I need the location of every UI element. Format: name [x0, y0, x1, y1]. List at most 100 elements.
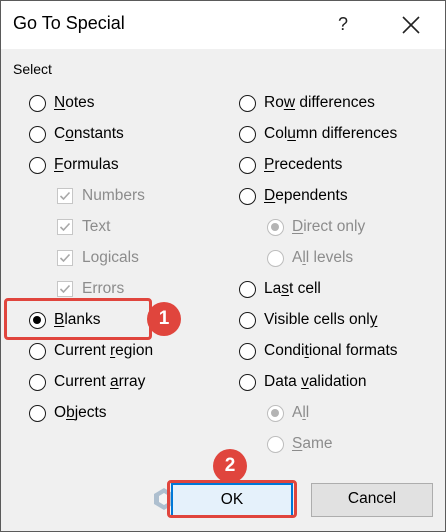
radio-all: All: [267, 401, 309, 425]
option-label: All: [292, 404, 309, 422]
radio-same: Same: [267, 432, 333, 456]
checkbox-logicals: Logicals: [57, 246, 139, 270]
radio-formulas[interactable]: Formulas: [29, 153, 119, 177]
option-label-post: ependents: [275, 187, 348, 204]
radio-button-icon[interactable]: [239, 156, 256, 174]
option-label-post: l: [305, 404, 310, 421]
option-label-pre: Visible cells onl: [264, 311, 370, 328]
radio-conditional-formats[interactable]: Conditional formats: [239, 339, 398, 363]
option-label-post: jects: [74, 404, 107, 421]
close-icon[interactable]: [397, 11, 425, 39]
go-to-special-dialog: Go To Special ? Select Notes Constants For…: [0, 0, 446, 532]
radio-visible-cells-only[interactable]: Visible cells only: [239, 308, 377, 332]
option-label: Precedents: [264, 156, 342, 174]
option-label-accel: S: [292, 435, 303, 452]
option-label: Last cell: [264, 280, 321, 298]
option-label-accel: a: [110, 373, 119, 390]
radio-button-icon[interactable]: [29, 373, 46, 391]
option-label-post: egion: [115, 342, 154, 359]
option-label-pre: Current: [54, 342, 110, 359]
radio-constants[interactable]: Constants: [29, 122, 124, 146]
radio-button-icon[interactable]: [239, 311, 256, 329]
option-label-accel: s: [281, 280, 289, 297]
option-label-post: irect only: [303, 218, 366, 235]
checkbox-icon: [57, 250, 73, 266]
option-label-pre: Ro: [264, 94, 284, 111]
option-label-pre: C: [54, 125, 66, 142]
radio-button-icon[interactable]: [29, 125, 46, 143]
radio-button-icon[interactable]: [239, 125, 256, 143]
radio-notes[interactable]: Notes: [29, 91, 95, 115]
option-label-pre: A: [292, 404, 303, 421]
option-label: Dependents: [264, 187, 348, 205]
option-label-accel: N: [54, 94, 66, 111]
radio-all-levels: All levels: [267, 246, 353, 270]
help-button[interactable]: ?: [331, 9, 355, 39]
option-label-post: alidation: [308, 373, 367, 390]
option-label-accel: v: [301, 373, 309, 390]
radio-current-array[interactable]: Current array: [29, 370, 145, 394]
option-label: Text: [82, 218, 111, 235]
option-label-post: ame: [302, 435, 333, 452]
checkbox-numbers: Numbers: [57, 184, 145, 208]
option-label-accel: y: [369, 311, 378, 328]
option-label-post: ormulas: [63, 156, 119, 173]
option-label: Objects: [54, 404, 107, 422]
option-label: Formulas: [54, 156, 119, 174]
option-label: Direct only: [292, 218, 365, 236]
radio-button-icon[interactable]: [29, 342, 46, 360]
option-label-post: recedents: [274, 156, 343, 173]
radio-dependents[interactable]: Dependents: [239, 184, 348, 208]
option-label: Errors: [82, 280, 125, 297]
option-label: Data validation: [264, 373, 367, 391]
radio-row-differences[interactable]: Row differences: [239, 91, 375, 115]
radio-column-differences[interactable]: Column differences: [239, 122, 397, 146]
option-label-accel: D: [264, 187, 276, 204]
radio-button-icon: [267, 218, 284, 236]
radio-button-icon[interactable]: [29, 156, 46, 174]
radio-objects[interactable]: Objects: [29, 401, 107, 425]
radio-button-icon[interactable]: [239, 280, 256, 298]
option-label-pre: Condi: [264, 342, 305, 359]
option-label-accel: o: [65, 125, 74, 142]
option-label: Current array: [54, 373, 145, 391]
option-label-pre: Col: [264, 125, 288, 142]
checkbox-icon: [57, 219, 73, 235]
radio-button-icon[interactable]: [239, 187, 256, 205]
option-label-pre: Data: [264, 373, 302, 390]
option-label-accel: u: [287, 125, 296, 142]
option-label: Logicals: [82, 249, 139, 266]
option-label-pre: A: [292, 249, 303, 266]
option-label: Notes: [54, 94, 95, 112]
radio-data-validation[interactable]: Data validation: [239, 370, 367, 394]
option-label-accel: P: [264, 156, 275, 173]
option-label: Visible cells only: [264, 311, 377, 329]
ok-highlight-frame: [167, 480, 297, 518]
option-label-post: otes: [65, 94, 95, 111]
checkbox-icon: [57, 281, 73, 297]
option-label: Numbers: [82, 187, 145, 204]
radio-button-icon[interactable]: [29, 404, 46, 422]
title-bar: Go To Special ?: [1, 1, 445, 49]
radio-last-cell[interactable]: Last cell: [239, 277, 321, 301]
option-label-post: t cell: [289, 280, 321, 297]
cancel-button[interactable]: Cancel: [311, 483, 433, 517]
radio-button-icon: [267, 404, 284, 422]
radio-current-region[interactable]: Current region: [29, 339, 153, 363]
radio-direct-only: Direct only: [267, 215, 365, 239]
radio-precedents[interactable]: Precedents: [239, 153, 342, 177]
option-label-accel: w: [283, 94, 296, 111]
option-label: Row differences: [264, 94, 375, 112]
option-label: All levels: [292, 249, 353, 267]
radio-button-icon[interactable]: [29, 94, 46, 112]
option-label-post: l levels: [305, 249, 354, 266]
option-label: Constants: [54, 125, 124, 143]
radio-button-icon: [267, 249, 284, 267]
option-label-accel: b: [66, 404, 75, 421]
checkbox-icon: [57, 188, 73, 204]
radio-button-icon[interactable]: [239, 94, 256, 112]
radio-button-icon[interactable]: [239, 342, 256, 360]
radio-button-icon[interactable]: [239, 373, 256, 391]
option-label: Same: [292, 435, 333, 453]
option-label-post: mn differences: [295, 125, 398, 142]
